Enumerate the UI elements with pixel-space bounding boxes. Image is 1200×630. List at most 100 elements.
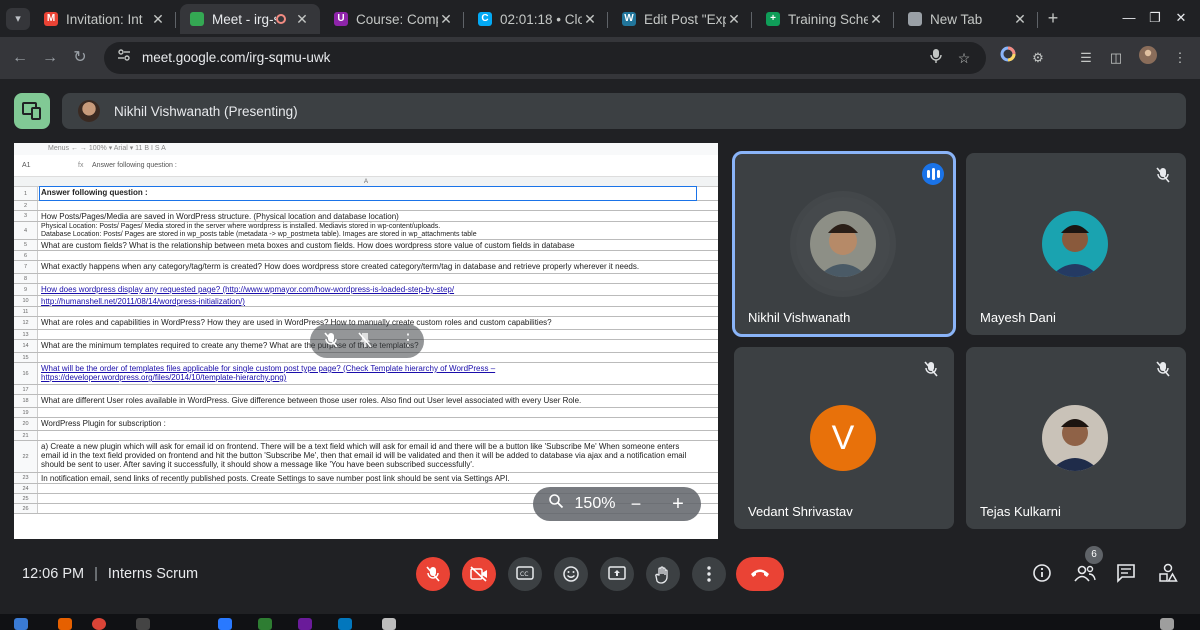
sheet-row[interactable]: 8 bbox=[14, 274, 718, 284]
tab-close-icon[interactable]: ✕ bbox=[438, 11, 454, 28]
editor-app-icon[interactable] bbox=[218, 618, 232, 630]
participant-tile-vedant[interactable]: V Vedant Shrivastav bbox=[734, 347, 954, 529]
sheet-row[interactable]: 22 a) Create a new plugin which will ask … bbox=[14, 441, 718, 473]
row-number[interactable]: 3 bbox=[14, 211, 38, 221]
zoom-in-button[interactable]: + bbox=[667, 493, 689, 515]
row-number[interactable]: 16 bbox=[14, 363, 38, 384]
sheet-cell[interactable]: What are custom fields? What is the rela… bbox=[40, 240, 694, 250]
sheet-cell[interactable]: What will be the order of templates file… bbox=[40, 363, 694, 384]
terminal-app-icon[interactable] bbox=[136, 618, 150, 630]
sheet-row[interactable]: 5 What are custom fields? What is the rel… bbox=[14, 240, 718, 251]
browser-tab[interactable]: + Training Sche ✕ bbox=[756, 4, 894, 34]
meeting-details-button[interactable] bbox=[1032, 563, 1054, 585]
sheet-row[interactable]: 10 http://humanshell.net/2011/08/14/wordp… bbox=[14, 296, 718, 307]
sheet-row[interactable]: 7 What exactly happens when any category/… bbox=[14, 261, 718, 274]
new-tab-button[interactable]: + bbox=[1043, 8, 1063, 28]
chrome-app-icon[interactable] bbox=[92, 618, 106, 630]
row-number[interactable]: 25 bbox=[14, 494, 38, 503]
sheet-cell[interactable]: In notification email, send links of rec… bbox=[40, 473, 694, 483]
sheet-row[interactable]: 20 WordPress Plugin for subscription : bbox=[14, 418, 718, 431]
sheet-cell[interactable]: a) Create a new plugin which will ask fo… bbox=[40, 441, 694, 472]
sheet-cell[interactable]: Physical Location: Posts/ Pages/ Media s… bbox=[40, 222, 694, 239]
row-number[interactable]: 24 bbox=[14, 484, 38, 493]
row-number[interactable]: 15 bbox=[14, 353, 38, 362]
meeting-name[interactable]: Interns Scrum bbox=[108, 566, 198, 582]
browser-tab[interactable]: M Invitation: Int ✕ bbox=[34, 4, 176, 34]
sheet-cell[interactable] bbox=[40, 274, 694, 283]
sheet-cell[interactable]: WordPress Plugin for subscription : bbox=[40, 418, 694, 430]
row-number[interactable]: 19 bbox=[14, 408, 38, 417]
sheet-row[interactable]: 1 Answer following question : bbox=[14, 186, 718, 201]
tray-icon[interactable] bbox=[1160, 618, 1174, 630]
row-number[interactable]: 13 bbox=[14, 330, 38, 339]
sheet-row[interactable]: 21 bbox=[14, 431, 718, 441]
sheet-cell[interactable] bbox=[40, 431, 694, 440]
people-button[interactable] bbox=[1074, 563, 1096, 585]
sheets-app-icon[interactable] bbox=[258, 618, 272, 630]
sheet-cell[interactable]: What are different User roles available … bbox=[40, 395, 694, 407]
presenter-chip[interactable]: Nikhil Vishwanath (Presenting) bbox=[62, 93, 1186, 129]
app-icon[interactable] bbox=[298, 618, 312, 630]
sheet-cell[interactable] bbox=[40, 385, 694, 394]
present-now-button[interactable] bbox=[600, 557, 634, 591]
extensions-icon[interactable]: ⚙ bbox=[1026, 46, 1050, 70]
sheet-row[interactable]: 18 What are different User roles availabl… bbox=[14, 395, 718, 408]
participant-tile-tejas[interactable]: Tejas Kulkarni bbox=[966, 347, 1186, 529]
tab-close-icon[interactable]: ✕ bbox=[726, 11, 742, 28]
reactions-button[interactable] bbox=[554, 557, 588, 591]
presenting-indicator-icon[interactable] bbox=[14, 93, 50, 129]
row-number[interactable]: 6 bbox=[14, 251, 38, 260]
more-options-icon[interactable]: ⋮ bbox=[400, 330, 416, 350]
sheet-row[interactable]: 6 bbox=[14, 251, 718, 261]
row-number[interactable]: 23 bbox=[14, 473, 38, 483]
more-options-button[interactable] bbox=[692, 557, 726, 591]
back-button[interactable]: ← bbox=[8, 46, 32, 70]
sheet-row[interactable]: 4 Physical Location: Posts/ Pages/ Media … bbox=[14, 222, 718, 240]
chat-button[interactable] bbox=[1116, 563, 1138, 585]
reload-button[interactable]: ↻ bbox=[68, 46, 92, 70]
mic-off-icon[interactable] bbox=[324, 332, 338, 351]
sheet-cell[interactable] bbox=[40, 201, 694, 210]
sheet-row[interactable]: 17 bbox=[14, 385, 718, 395]
browser-menu-icon[interactable]: ⋮ bbox=[1168, 46, 1192, 70]
sheet-row[interactable]: 11 bbox=[14, 307, 718, 317]
sheet-cell[interactable] bbox=[40, 307, 694, 316]
shared-screen[interactable]: Menus ← → 100% ▾ Arial ▾ 11 B I S A A1 f… bbox=[14, 143, 718, 539]
sheet-row[interactable]: 9 How does wordpress display any requeste… bbox=[14, 284, 718, 296]
row-number[interactable]: 2 bbox=[14, 201, 38, 210]
sheet-cell[interactable] bbox=[40, 251, 694, 260]
row-number[interactable]: 4 bbox=[14, 222, 38, 239]
browser-tab[interactable]: U Course: Comp ✕ bbox=[324, 4, 464, 34]
participant-tile-nikhil[interactable]: Nikhil Vishwanath bbox=[732, 151, 956, 337]
media-controls-icon[interactable]: ☰ bbox=[1074, 46, 1098, 70]
sheet-cell[interactable]: What exactly happens when any category/t… bbox=[40, 261, 694, 273]
row-number[interactable]: 1 bbox=[14, 187, 38, 200]
camera-toggle-button[interactable] bbox=[462, 557, 496, 591]
sheet-cell[interactable]: How Posts/Pages/Media are saved in WordP… bbox=[40, 211, 694, 221]
sheet-row[interactable]: 16 What will be the order of templates fi… bbox=[14, 363, 718, 385]
raise-hand-button[interactable] bbox=[646, 557, 680, 591]
row-number[interactable]: 26 bbox=[14, 504, 38, 513]
tab-close-icon[interactable]: ✕ bbox=[868, 11, 884, 28]
restore-icon[interactable]: ❐ bbox=[1144, 8, 1166, 28]
sheet-cell[interactable] bbox=[40, 408, 694, 417]
forward-button[interactable]: → bbox=[38, 46, 62, 70]
row-number[interactable]: 12 bbox=[14, 317, 38, 329]
files-app-icon[interactable] bbox=[14, 618, 28, 630]
bookmark-star-icon[interactable]: ☆ bbox=[954, 48, 974, 68]
sheet-cell[interactable]: Answer following question : bbox=[39, 186, 697, 201]
browser-tab[interactable]: New Tab ✕ bbox=[898, 4, 1038, 34]
row-number[interactable]: 11 bbox=[14, 307, 38, 316]
browser-tab[interactable]: W Edit Post "Exp ✕ bbox=[612, 4, 752, 34]
tab-close-icon[interactable]: ✕ bbox=[582, 11, 598, 28]
sheet-cell[interactable]: How does wordpress display any requested… bbox=[40, 284, 694, 295]
row-number[interactable]: 14 bbox=[14, 340, 38, 352]
microphone-toggle-button[interactable] bbox=[416, 557, 450, 591]
chrome-profile-ring-icon[interactable] bbox=[996, 46, 1020, 70]
row-number[interactable]: 8 bbox=[14, 274, 38, 283]
wordpress-app-icon[interactable] bbox=[338, 618, 352, 630]
row-number[interactable]: 22 bbox=[14, 441, 38, 472]
pin-off-icon[interactable] bbox=[358, 332, 372, 351]
microphone-icon[interactable] bbox=[926, 48, 946, 68]
captions-button[interactable]: CC bbox=[508, 557, 542, 591]
